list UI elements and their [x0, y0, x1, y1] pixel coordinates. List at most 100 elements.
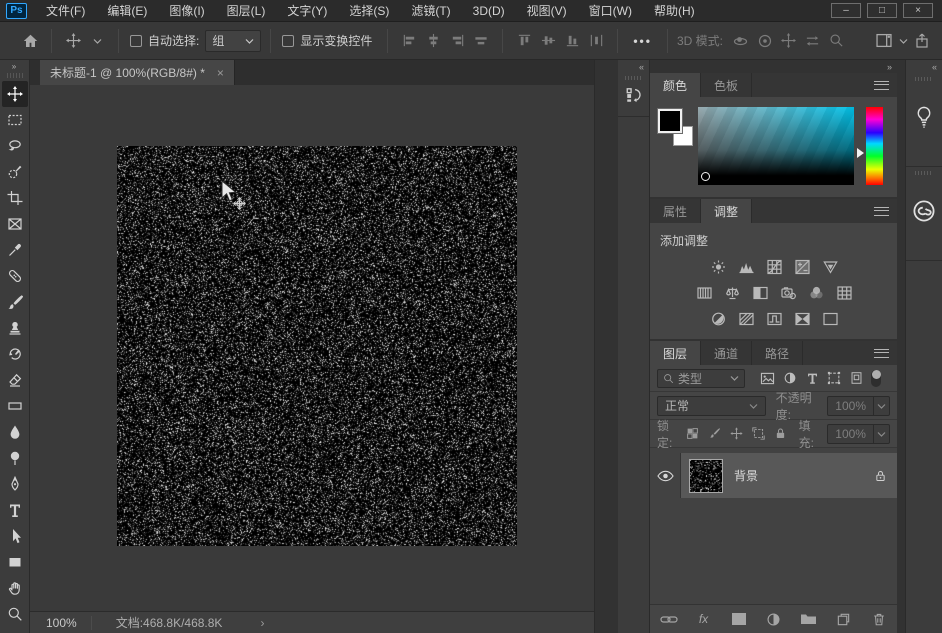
align-top-edges-icon[interactable] — [512, 28, 536, 54]
tab-adjustments[interactable]: 调整 — [701, 199, 752, 223]
invert-icon[interactable] — [708, 309, 729, 328]
exposure-icon[interactable] — [792, 257, 813, 276]
move-tool-preset-icon[interactable] — [61, 28, 85, 54]
link-layers-icon[interactable] — [659, 609, 679, 629]
tab-properties[interactable]: 属性 — [650, 199, 701, 223]
align-bottom-edges-icon[interactable] — [560, 28, 584, 54]
3d-orbit-icon[interactable] — [729, 28, 753, 54]
align-right-edges-icon[interactable] — [445, 28, 469, 54]
new-adjustment-layer-icon[interactable] — [764, 609, 784, 629]
history-brush-tool[interactable] — [2, 341, 28, 367]
color-field-cursor[interactable] — [701, 172, 710, 181]
toolbar-collapse-icon[interactable]: » — [0, 60, 29, 73]
move-tool[interactable] — [2, 81, 28, 107]
filter-shape-layers-icon[interactable] — [827, 371, 841, 385]
channel-mixer-icon[interactable] — [806, 283, 827, 302]
eraser-tool[interactable] — [2, 367, 28, 393]
delete-layer-icon[interactable] — [869, 609, 889, 629]
show-transform-checkbox[interactable] — [282, 35, 294, 47]
curves-icon[interactable] — [764, 257, 785, 276]
filter-pixel-layers-icon[interactable] — [760, 372, 775, 385]
lock-artboard-icon[interactable] — [752, 427, 765, 440]
more-align-options-button[interactable]: ••• — [627, 27, 658, 55]
document-tab[interactable]: 未标题-1 @ 100%(RGB/8#) * × — [40, 60, 235, 85]
menu-type[interactable]: 文字(Y) — [276, 0, 338, 22]
distribute-vertical-centers-icon[interactable] — [469, 28, 493, 54]
layer-filter-toggle[interactable] — [871, 370, 881, 387]
panel-menu-icon[interactable] — [874, 207, 889, 216]
rectangular-marquee-tool[interactable] — [2, 107, 28, 133]
lasso-tool[interactable] — [2, 133, 28, 159]
expand-panels-icon[interactable]: « — [906, 60, 942, 73]
workspace-chevron-icon[interactable] — [896, 28, 910, 54]
close-button[interactable]: × — [903, 3, 933, 18]
layer-lock-icon[interactable] — [874, 469, 887, 483]
panel-menu-icon[interactable] — [874, 349, 889, 358]
posterize-icon[interactable] — [736, 309, 757, 328]
3d-slide-icon[interactable] — [801, 28, 825, 54]
filter-adjustment-layers-icon[interactable] — [783, 371, 797, 385]
blur-tool[interactable] — [2, 419, 28, 445]
tab-paths[interactable]: 路径 — [752, 341, 803, 365]
menu-3d[interactable]: 3D(D) — [462, 0, 516, 22]
distribute-horizontal-centers-icon[interactable] — [584, 28, 608, 54]
tab-layers[interactable]: 图层 — [650, 341, 701, 365]
tab-color[interactable]: 颜色 — [650, 73, 701, 97]
layer-filter-type-dropdown[interactable]: 类型 — [657, 369, 745, 388]
threshold-icon[interactable] — [764, 309, 785, 328]
menu-filter[interactable]: 滤镜(T) — [400, 0, 461, 22]
panel-menu-icon[interactable] — [874, 81, 889, 90]
workspace-switcher-icon[interactable] — [872, 28, 896, 54]
layer-thumbnail[interactable] — [689, 459, 723, 493]
libraries-panel-button[interactable] — [906, 167, 942, 261]
eyedropper-tool[interactable] — [2, 237, 28, 263]
align-vertical-centers-icon[interactable] — [536, 28, 560, 54]
status-expander-icon[interactable]: › — [260, 616, 264, 630]
crop-tool[interactable] — [2, 185, 28, 211]
fill-field[interactable]: 100% — [827, 424, 890, 444]
history-panel-button[interactable] — [618, 73, 649, 117]
pen-tool[interactable] — [2, 471, 28, 497]
brightness-contrast-icon[interactable] — [708, 257, 729, 276]
align-left-edges-icon[interactable] — [397, 28, 421, 54]
zoom-tool[interactable] — [2, 601, 28, 627]
minimize-button[interactable]: – — [831, 3, 861, 18]
brush-tool[interactable] — [2, 289, 28, 315]
menu-window[interactable]: 窗口(W) — [578, 0, 643, 22]
share-icon[interactable] — [910, 28, 934, 54]
new-layer-icon[interactable] — [834, 609, 854, 629]
discover-panel-button[interactable] — [906, 73, 942, 167]
gradient-tool[interactable] — [2, 393, 28, 419]
menu-select[interactable]: 选择(S) — [338, 0, 400, 22]
rectangle-tool[interactable] — [2, 549, 28, 575]
color-lookup-icon[interactable] — [834, 283, 855, 302]
expand-panels-icon[interactable]: « — [618, 60, 649, 73]
gradient-map-icon[interactable] — [792, 309, 813, 328]
tab-close-icon[interactable]: × — [217, 66, 224, 80]
blend-mode-dropdown[interactable]: 正常 — [657, 396, 766, 416]
3d-scale-icon[interactable] — [825, 28, 849, 54]
toolbar-grip[interactable] — [7, 73, 23, 78]
dodge-tool[interactable] — [2, 445, 28, 471]
lock-position-icon[interactable] — [730, 427, 743, 440]
hand-tool[interactable] — [2, 575, 28, 601]
document-canvas[interactable] — [117, 146, 517, 546]
lock-transparency-icon[interactable] — [686, 427, 699, 440]
vibrance-icon[interactable] — [820, 257, 841, 276]
filter-type-layers-icon[interactable] — [806, 372, 819, 385]
auto-select-dropdown[interactable]: 组 — [205, 30, 261, 52]
photo-filter-icon[interactable] — [778, 283, 799, 302]
layer-visibility-toggle[interactable] — [650, 453, 681, 498]
selective-color-icon[interactable] — [820, 309, 841, 328]
layer-name[interactable]: 背景 — [734, 467, 874, 484]
add-layer-mask-icon[interactable] — [729, 609, 749, 629]
lock-pixels-icon[interactable] — [708, 427, 721, 440]
opacity-field[interactable]: 100% — [827, 396, 890, 416]
layer-row-background[interactable]: 背景 — [650, 453, 897, 498]
tab-swatches[interactable]: 色板 — [701, 73, 752, 97]
saturation-brightness-field[interactable] — [698, 107, 854, 185]
hue-slider[interactable] — [866, 107, 883, 185]
hue-saturation-icon[interactable] — [694, 283, 715, 302]
clone-stamp-tool[interactable] — [2, 315, 28, 341]
tab-channels[interactable]: 通道 — [701, 341, 752, 365]
